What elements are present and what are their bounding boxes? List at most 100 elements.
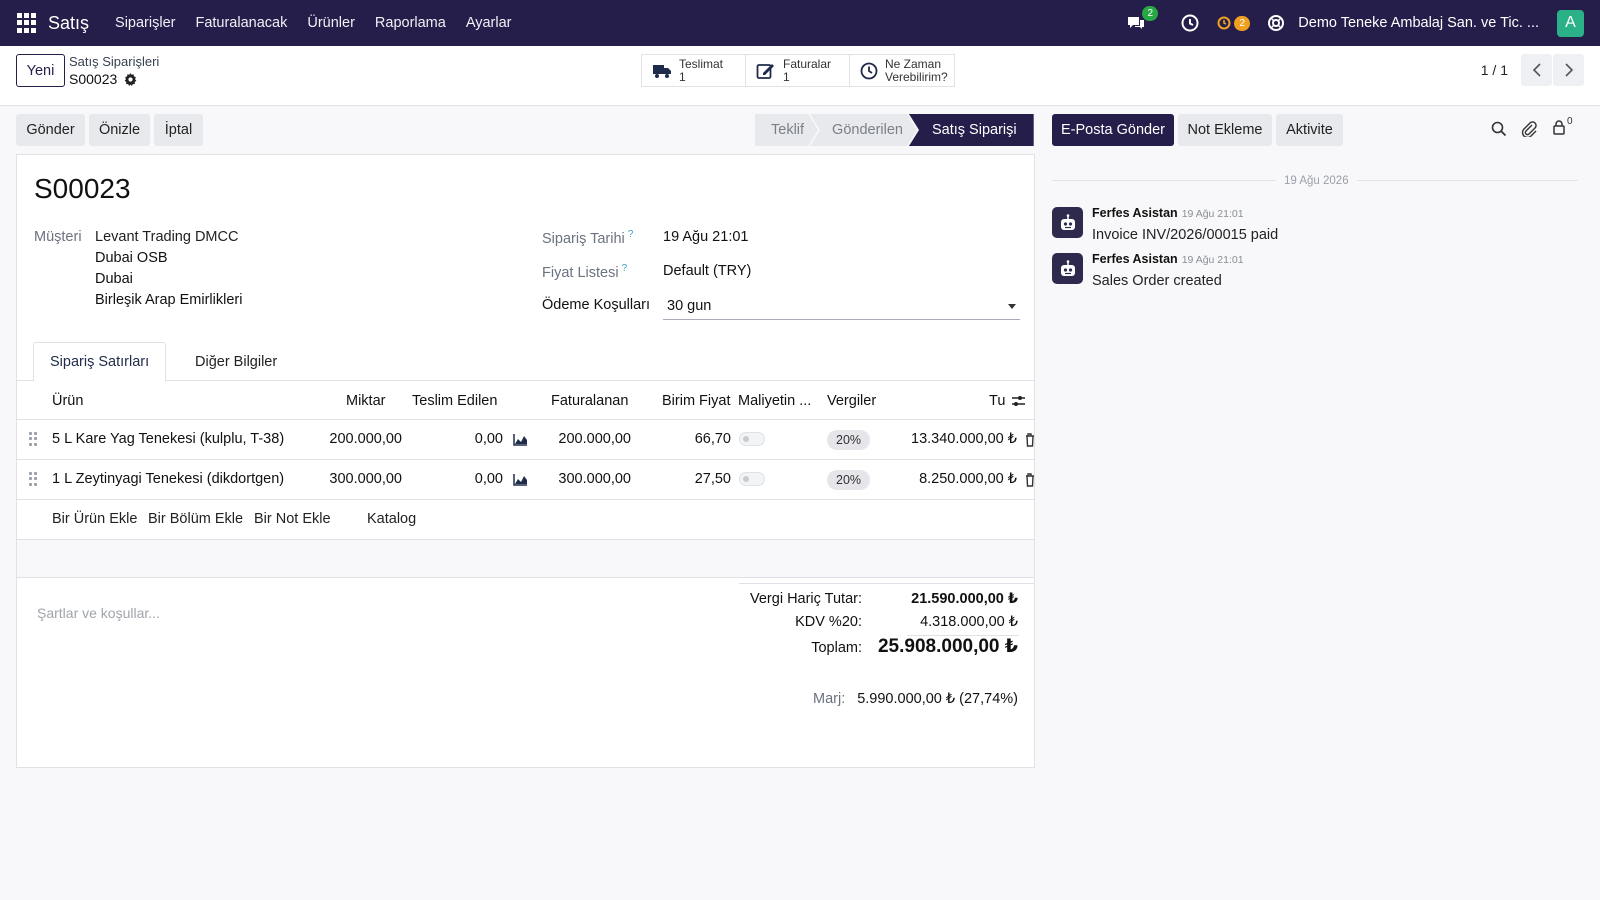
menu-item-to-invoice[interactable]: Faturalanacak <box>195 15 287 31</box>
row-invoiced[interactable]: 300.000,00 <box>547 471 631 487</box>
page-title: S00023 <box>34 173 131 204</box>
customer-name[interactable]: Levant Trading DMCC <box>95 229 238 245</box>
table-row[interactable]: 1 L Zeytinyagi Tenekesi (dikdortgen) 300… <box>17 460 1034 500</box>
help-icon[interactable]: ? <box>622 263 628 274</box>
tab-other-info[interactable]: Diğer Bilgiler <box>179 342 293 381</box>
user-avatar[interactable]: A <box>1557 9 1584 37</box>
status-bar: Teklif Gönderilen Satış Siparişi <box>755 114 1034 146</box>
pager-next-button[interactable] <box>1553 54 1584 86</box>
drag-handle-icon[interactable] <box>29 472 37 486</box>
smart-button-delivery[interactable]: Teslimat 1 <box>641 54 746 87</box>
pager-value[interactable]: 1 / 1 <box>1481 62 1508 78</box>
followers-button[interactable]: 0 <box>1552 116 1576 137</box>
column-delivered[interactable]: Teslim Edilen <box>412 393 497 409</box>
availability-label: Ne Zaman <box>885 56 942 71</box>
stage-sales-order[interactable]: Satış Siparişi <box>908 114 1034 146</box>
activity-button[interactable]: Aktivite <box>1276 114 1343 146</box>
forecast-chart-icon[interactable] <box>513 473 528 486</box>
customer-city: Dubai <box>95 271 133 287</box>
clock-icon[interactable] <box>1180 13 1200 33</box>
smart-button-availability[interactable]: Ne Zaman Verebilirim? <box>849 54 955 87</box>
message-body: Invoice INV/2026/00015 paid <box>1092 227 1279 243</box>
chevron-right-icon <box>1564 63 1573 77</box>
new-button[interactable]: Yeni <box>16 54 65 87</box>
row-product[interactable]: 5 L Kare Yag Tenekesi (kulplu, T-38) <box>52 431 284 447</box>
catalog-link[interactable]: Katalog <box>367 511 416 527</box>
row-delivered[interactable]: 0,00 <box>457 471 503 487</box>
help-icon[interactable]: ? <box>628 229 634 240</box>
payment-terms-select[interactable]: 30 gun <box>663 294 1020 320</box>
menu-item-products[interactable]: Ürünler <box>307 15 355 31</box>
pager-previous-button[interactable] <box>1521 54 1552 86</box>
trash-icon[interactable] <box>1025 473 1034 487</box>
column-quantity[interactable]: Miktar <box>346 393 385 409</box>
row-subtotal: 13.340.000,00 ₺ <box>911 431 1017 447</box>
customer-address-line: Dubai OSB <box>95 250 168 266</box>
chat-badge: 2 <box>1142 6 1159 21</box>
cancel-button[interactable]: İptal <box>154 114 203 146</box>
column-taxes[interactable]: Vergiler <box>827 393 876 409</box>
column-settings-icon[interactable] <box>1011 394 1026 408</box>
apps-menu-icon[interactable] <box>17 13 37 33</box>
message-author: Ferfes Asistan 19 Ağu 21:01 <box>1092 206 1244 220</box>
row-product[interactable]: 1 L Zeytinyagi Tenekesi (dikdortgen) <box>52 471 284 487</box>
tax-badge[interactable]: 20% <box>827 470 871 490</box>
send-button[interactable]: Gönder <box>16 114 85 146</box>
bot-avatar <box>1052 253 1083 284</box>
row-invoiced[interactable]: 200.000,00 <box>547 431 631 447</box>
tab-order-lines[interactable]: Sipariş Satırları <box>33 342 167 382</box>
row-subtotal: 8.250.000,00 ₺ <box>919 471 1017 487</box>
top-navbar: Satış Siparişler Faturalanacak Ürünler R… <box>0 0 1600 46</box>
margin-value: 5.990.000,00 ₺ (27,74%) <box>857 691 1018 707</box>
pricelist-field[interactable]: Default (TRY) <box>663 263 751 279</box>
gear-icon[interactable] <box>124 72 137 86</box>
stage-quotation[interactable]: Teklif <box>755 114 818 146</box>
stage-sent[interactable]: Gönderilen <box>810 114 917 146</box>
tax-badge[interactable]: 20% <box>827 430 871 450</box>
chat-icon[interactable]: 2 <box>1126 6 1159 33</box>
search-icon[interactable] <box>1491 121 1507 137</box>
column-cost[interactable]: Maliyetin ... <box>738 393 811 409</box>
untaxed-label: Vergi Hariç Tutar: <box>749 591 862 607</box>
cost-toggle[interactable] <box>739 432 765 446</box>
column-total[interactable]: Tu <box>989 393 1005 409</box>
support-icon[interactable] <box>1266 13 1286 33</box>
forecast-chart-icon[interactable] <box>513 433 528 446</box>
terms-input[interactable]: Şartlar ve koşullar... <box>37 605 160 621</box>
send-email-button[interactable]: E-Posta Gönder <box>1052 114 1174 146</box>
followers-count: 0 <box>1567 116 1573 127</box>
drag-handle-icon[interactable] <box>29 432 37 446</box>
cost-toggle[interactable] <box>739 472 765 486</box>
app-name[interactable]: Satış <box>48 13 89 34</box>
menu-item-reporting[interactable]: Raporlama <box>375 15 446 31</box>
breadcrumb-current-label: S00023 <box>69 71 118 87</box>
paperclip-icon[interactable] <box>1521 120 1537 137</box>
menu-item-orders[interactable]: Siparişler <box>115 15 175 31</box>
row-quantity[interactable]: 200.000,00 <box>323 431 402 447</box>
preview-button[interactable]: Önizle <box>89 114 150 146</box>
row-quantity[interactable]: 300.000,00 <box>323 471 402 487</box>
trash-icon[interactable] <box>1025 433 1034 447</box>
add-section-link[interactable]: Bir Bölüm Ekle <box>148 511 243 527</box>
log-note-button[interactable]: Not Ekleme <box>1178 114 1272 146</box>
column-unit-price[interactable]: Birim Fiyat <box>662 393 730 409</box>
add-note-link[interactable]: Bir Not Ekle <box>254 511 331 527</box>
column-invoiced[interactable]: Faturalanan <box>551 393 628 409</box>
payment-terms-value: 30 gun <box>667 298 712 314</box>
company-switcher[interactable]: Demo Teneke Ambalaj San. ve Tic. ... <box>1298 15 1539 31</box>
breadcrumb-parent[interactable]: Satış Siparişleri <box>69 54 159 69</box>
table-row[interactable]: 5 L Kare Yag Tenekesi (kulplu, T-38) 200… <box>17 420 1034 460</box>
robot-icon <box>1060 213 1075 230</box>
smart-button-invoices[interactable]: Faturalar 1 <box>745 54 850 87</box>
row-delivered[interactable]: 0,00 <box>457 431 503 447</box>
row-unit-price[interactable]: 66,70 <box>677 431 731 447</box>
activity-icon[interactable]: 2 <box>1216 13 1251 33</box>
payment-terms-label: Ödeme Koşulları <box>542 297 650 313</box>
order-date-field[interactable]: 19 Ağu 21:01 <box>663 229 748 245</box>
column-product[interactable]: Ürün <box>52 393 83 409</box>
add-product-link[interactable]: Bir Ürün Ekle <box>52 511 137 527</box>
caret-down-icon <box>1008 304 1016 309</box>
row-unit-price[interactable]: 27,50 <box>677 471 731 487</box>
customer-label: Müşteri <box>34 229 82 245</box>
menu-item-settings[interactable]: Ayarlar <box>466 15 512 31</box>
